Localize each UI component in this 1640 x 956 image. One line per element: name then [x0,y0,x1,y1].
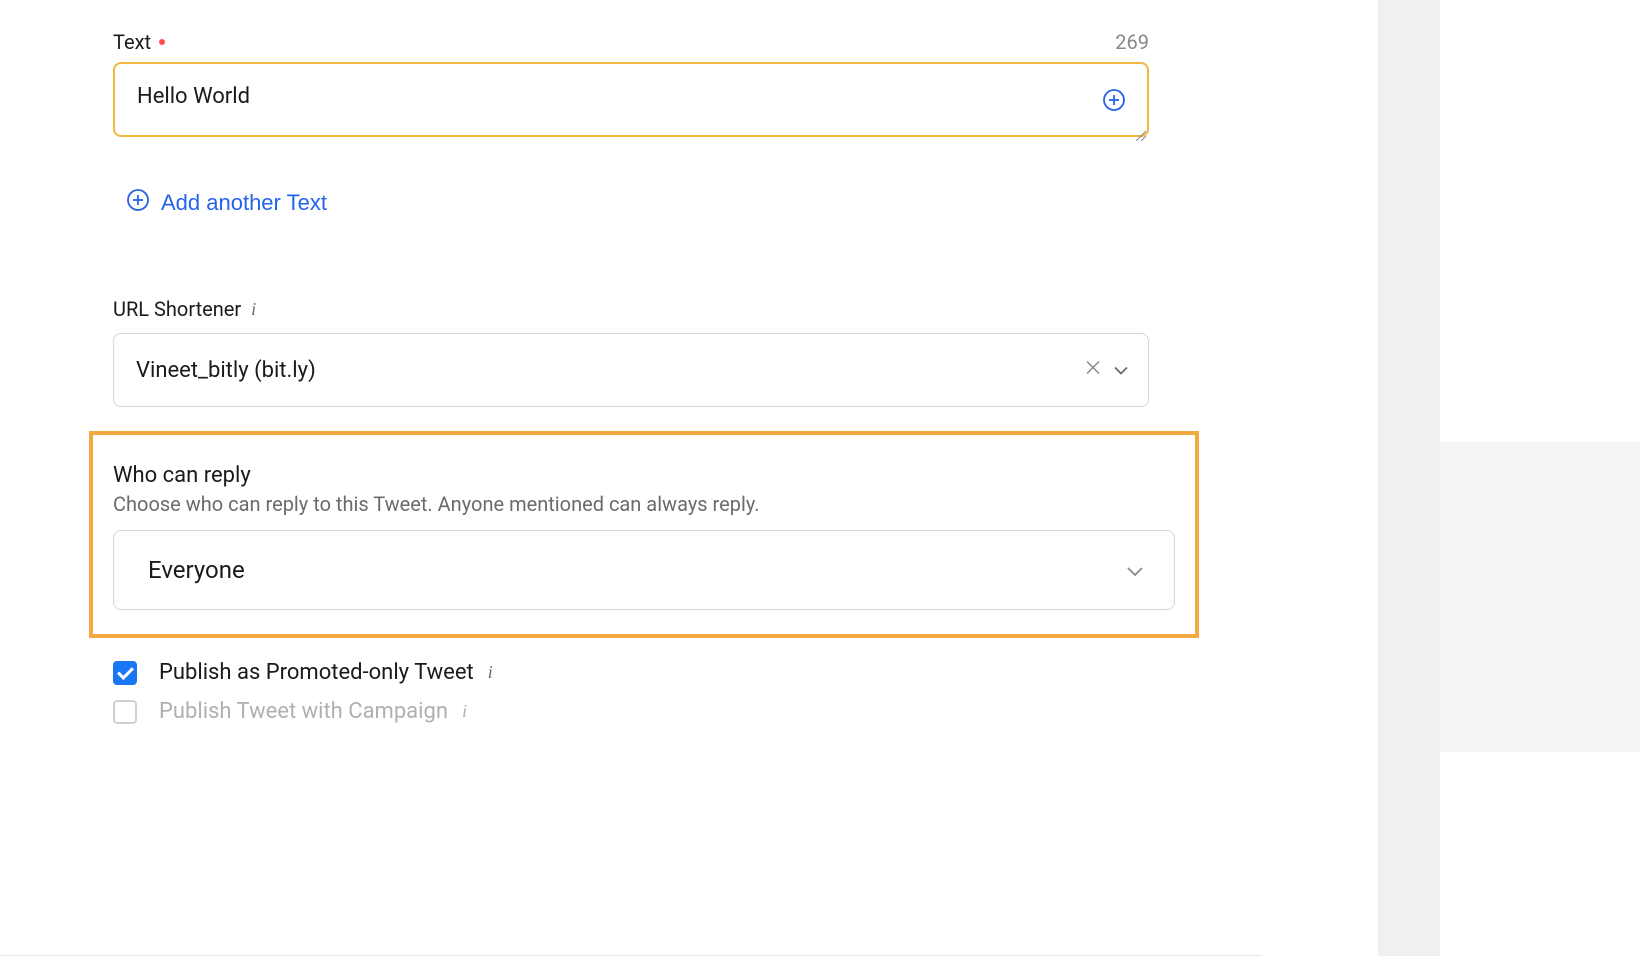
text-input-wrapper [113,62,1149,141]
who-can-reply-description: Choose who can reply to this Tweet. Anyo… [113,492,1175,516]
add-another-text-label: Add another Text [161,190,327,216]
campaign-checkbox-row: Publish Tweet with Campaign i [113,699,1149,724]
url-shortener-label-row: URL Shortener i [113,297,1149,321]
url-shortener-section: URL Shortener i Vineet_bitly (bit.ly) [113,297,1149,407]
url-shortener-value: Vineet_bitly (bit.ly) [136,358,316,383]
chevron-down-icon [1126,556,1144,584]
info-icon[interactable]: i [251,299,256,320]
campaign-label-text: Publish Tweet with Campaign [159,699,448,724]
plus-circle-icon [127,189,149,217]
who-can-reply-value: Everyone [148,556,245,584]
url-shortener-label: URL Shortener [113,297,241,321]
main-container: Text 269 [0,0,1262,956]
url-shortener-select[interactable]: Vineet_bitly (bit.ly) [113,333,1149,407]
who-can-reply-section: Who can reply Choose who can reply to th… [89,431,1199,638]
right-spacer [1262,0,1378,956]
who-can-reply-title: Who can reply [113,463,1175,488]
add-another-text-button[interactable]: Add another Text [113,189,327,217]
campaign-checkbox [113,700,137,724]
right-sidebar-area [1262,0,1640,956]
url-shortener-select-wrapper: Vineet_bitly (bit.ly) [113,333,1149,407]
info-icon[interactable]: i [488,662,493,683]
promoted-tweet-checkbox[interactable] [113,661,137,685]
info-icon: i [462,701,467,722]
text-field-header: Text 269 [113,30,1149,54]
campaign-label: Publish Tweet with Campaign i [159,699,467,724]
clear-icon[interactable] [1085,360,1101,381]
right-panel-bottom [1440,442,1640,752]
promoted-checkbox-row: Publish as Promoted-only Tweet i [113,660,1149,685]
tweet-text-input[interactable] [113,62,1149,137]
char-counter: 269 [1115,30,1149,54]
add-variable-icon[interactable] [1103,89,1125,115]
who-can-reply-select[interactable]: Everyone [113,530,1175,610]
text-label-text: Text [113,30,151,54]
form-content: Text 269 [0,30,1262,724]
select-actions [1085,360,1129,381]
promoted-tweet-label-text: Publish as Promoted-only Tweet [159,660,474,685]
required-indicator-icon [159,39,165,45]
text-label: Text [113,30,165,54]
chevron-down-icon[interactable] [1113,361,1129,380]
right-gutter [1378,0,1440,956]
promoted-tweet-label: Publish as Promoted-only Tweet i [159,660,493,685]
